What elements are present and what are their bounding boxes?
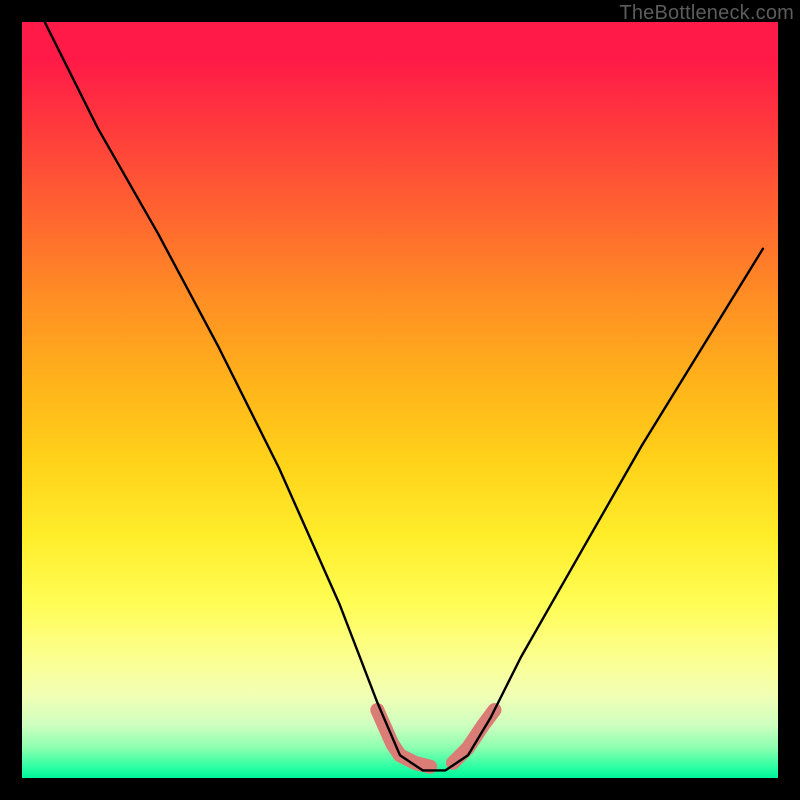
plot-area — [22, 22, 778, 778]
chart-stage: TheBottleneck.com — [0, 0, 800, 800]
watermark-text: TheBottleneck.com — [619, 2, 794, 25]
highlight-right-stub — [453, 710, 495, 763]
bottleneck-curve — [45, 22, 763, 770]
curve-layer — [22, 22, 778, 778]
